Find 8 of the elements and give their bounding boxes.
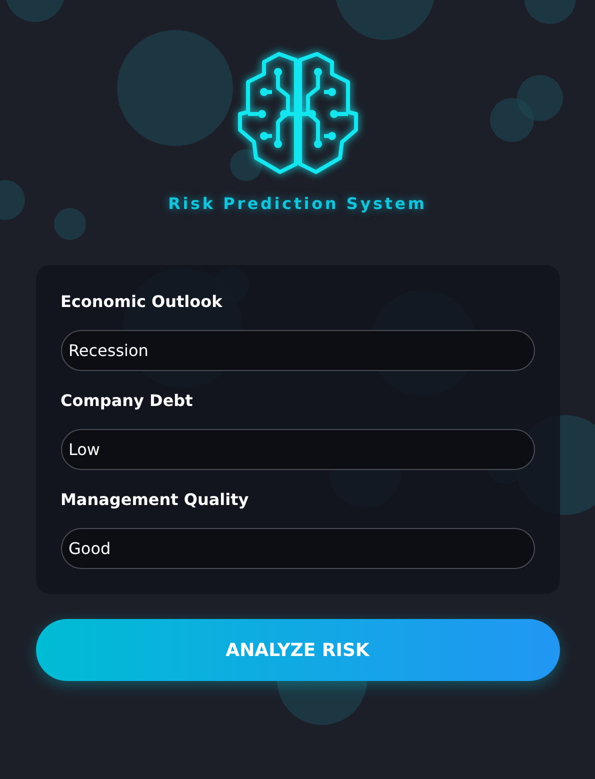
field-label: Management Quality xyxy=(60,489,250,511)
input-field[interactable]: Recession xyxy=(60,330,534,371)
field-label: Economic Outlook xyxy=(60,291,224,313)
app-title: Risk Prediction System xyxy=(168,194,427,213)
brain-circuit-icon xyxy=(236,52,360,176)
input-field[interactable]: Low xyxy=(60,429,534,470)
field-label: Company Debt xyxy=(60,390,194,412)
input-field[interactable]: Good xyxy=(60,528,534,569)
